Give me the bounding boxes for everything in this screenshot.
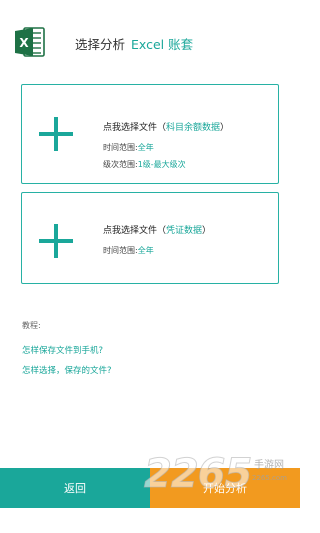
level-range: 级次范围:1级-最大级次 xyxy=(103,159,229,171)
watermark-site: 手游网 xyxy=(254,460,284,471)
bottom-spacer xyxy=(0,508,300,533)
type-close: ） xyxy=(220,123,230,133)
data-type-label: 科目余额数据 xyxy=(166,123,221,133)
time-range-value: 全年 xyxy=(137,246,154,255)
card-action: 点我选择文件（科目余额数据） xyxy=(103,121,229,135)
time-range-value: 全年 xyxy=(137,143,154,152)
svg-text:X: X xyxy=(19,36,29,50)
data-type-label: 凭证数据 xyxy=(166,226,203,236)
card-action: 点我选择文件（凭证数据） xyxy=(103,224,211,238)
card-info: 点我选择文件（科目余额数据） 时间范围:全年 级次范围:1级-最大级次 xyxy=(103,121,229,171)
title-accent: Excel 账套 xyxy=(131,37,194,52)
type-open: （ xyxy=(157,226,167,236)
watermark-number: 2265 xyxy=(143,451,252,498)
select-voucher-file-card[interactable]: 点我选择文件（凭证数据） 时间范围:全年 xyxy=(21,192,279,284)
header: X 选择分析 Excel 账套 xyxy=(0,0,300,60)
type-close: ） xyxy=(202,226,212,236)
time-range: 时间范围:全年 xyxy=(103,245,211,257)
plus-icon xyxy=(39,224,73,258)
time-range: 时间范围:全年 xyxy=(103,142,229,154)
tutorial-title: 教程: xyxy=(22,321,41,330)
page-title: 选择分析 Excel 账套 xyxy=(75,34,193,53)
excel-icon: X xyxy=(15,27,45,57)
level-range-label: 级次范围: xyxy=(103,160,138,169)
tutorial-link-select-file[interactable]: 怎样选择，保存的文件? xyxy=(22,364,112,376)
watermark-url: 2265.com xyxy=(252,474,287,482)
watermark: 2265 手游网 2265.com xyxy=(143,450,300,510)
tutorial-link-save-file[interactable]: 怎样保存文件到手机? xyxy=(22,344,103,356)
card-action-label: 点我选择文件 xyxy=(103,226,158,236)
card-info: 点我选择文件（凭证数据） 时间范围:全年 xyxy=(103,224,211,257)
back-button[interactable]: 返回 xyxy=(0,468,150,508)
level-range-value: 1级-最大级次 xyxy=(137,160,186,169)
plus-icon xyxy=(39,117,73,151)
card-action-label: 点我选择文件 xyxy=(103,123,158,133)
time-range-label: 时间范围: xyxy=(103,246,138,255)
type-open: （ xyxy=(157,123,167,133)
title-text: 选择分析 xyxy=(75,37,126,52)
time-range-label: 时间范围: xyxy=(103,143,138,152)
select-balance-file-card[interactable]: 点我选择文件（科目余额数据） 时间范围:全年 级次范围:1级-最大级次 xyxy=(21,84,279,184)
